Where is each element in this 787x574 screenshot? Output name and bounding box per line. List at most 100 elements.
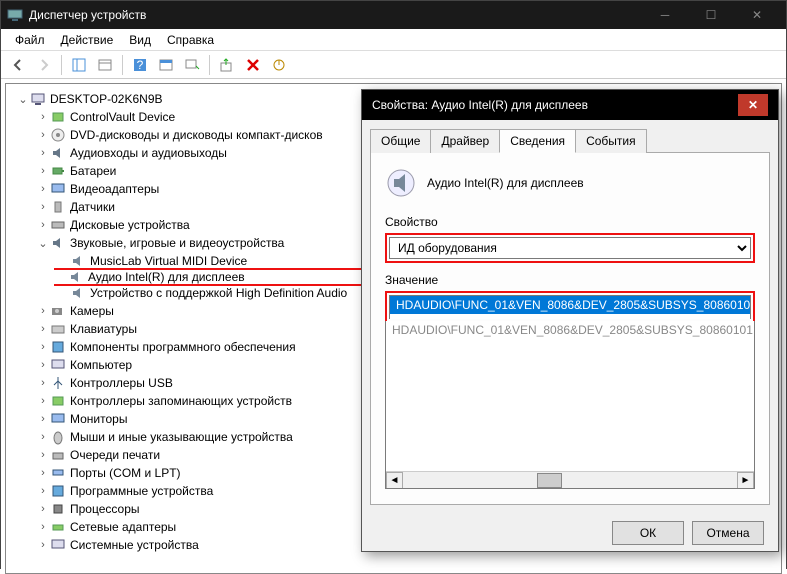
back-icon[interactable]	[7, 54, 29, 76]
expand-icon[interactable]: ›	[36, 395, 50, 407]
value-listbox[interactable]: HDAUDIO\FUNC_01&VEN_8086&DEV_2805&SUBSYS…	[385, 321, 755, 489]
svg-text:?: ?	[137, 58, 144, 72]
content-area: ⌄ DESKTOP-02K6N9B ›ControlVault Device ›…	[1, 83, 786, 574]
menubar: Файл Действие Вид Справка	[1, 29, 786, 51]
expand-icon[interactable]: ›	[36, 413, 50, 425]
tree-label: Батареи	[70, 164, 116, 178]
expand-icon[interactable]: ›	[36, 219, 50, 231]
uninstall-icon[interactable]	[242, 54, 264, 76]
expand-icon[interactable]: ›	[36, 201, 50, 213]
expand-icon[interactable]: ›	[36, 359, 50, 371]
value-label: Значение	[385, 273, 755, 287]
tree-label: Очереди печати	[70, 448, 160, 462]
dialog-close-button[interactable]: ✕	[738, 94, 768, 116]
speaker-icon	[70, 285, 86, 301]
help-icon[interactable]: ?	[129, 54, 151, 76]
monitor-icon	[50, 411, 66, 427]
tree-root-label: DESKTOP-02K6N9B	[50, 92, 163, 106]
expand-icon[interactable]: ›	[36, 431, 50, 443]
speaker-icon	[70, 253, 86, 269]
tree-label: Компоненты программного обеспечения	[70, 340, 296, 354]
storage-ctrl-icon	[50, 393, 66, 409]
value-listbox-top[interactable]: HDAUDIO\FUNC_01&VEN_8086&DEV_2805&SUBSYS…	[389, 295, 751, 319]
menu-file[interactable]: Файл	[7, 31, 53, 49]
dialog-titlebar[interactable]: Свойства: Аудио Intel(R) для дисплеев ✕	[362, 90, 778, 120]
expand-icon[interactable]: ›	[36, 323, 50, 335]
expand-icon[interactable]: ›	[36, 341, 50, 353]
disc-icon	[50, 127, 66, 143]
minimize-button[interactable]: ─	[642, 1, 688, 29]
tab-details[interactable]: Сведения	[499, 129, 576, 153]
tree-label: Устройство с поддержкой High Definition …	[90, 286, 347, 300]
expand-icon[interactable]: ›	[36, 521, 50, 533]
mouse-icon	[50, 429, 66, 445]
tree-label: Мыши и иные указывающие устройства	[70, 430, 293, 444]
close-button[interactable]: ✕	[734, 1, 780, 29]
tab-events[interactable]: События	[575, 129, 647, 153]
property-select[interactable]: ИД оборудования	[389, 237, 751, 259]
horizontal-scrollbar[interactable]: ◄ ►	[386, 471, 754, 488]
toolbar: ?	[1, 51, 786, 79]
expand-icon[interactable]: ›	[36, 503, 50, 515]
expand-icon[interactable]: ›	[36, 377, 50, 389]
menu-help[interactable]: Справка	[159, 31, 222, 49]
expand-icon[interactable]: ›	[36, 129, 50, 141]
menu-action[interactable]: Действие	[53, 31, 122, 49]
expand-icon[interactable]: ›	[36, 467, 50, 479]
show-hide-icon[interactable]	[68, 54, 90, 76]
sensor-icon	[50, 199, 66, 215]
tab-driver[interactable]: Драйвер	[430, 129, 500, 153]
forward-icon[interactable]	[33, 54, 55, 76]
dialog-title: Свойства: Аудио Intel(R) для дисплеев	[372, 98, 738, 112]
tree-label: Компьютер	[70, 358, 132, 372]
window-title: Диспетчер устройств	[29, 8, 642, 22]
tree-label: Аудио Intel(R) для дисплеев	[88, 270, 245, 284]
list-item[interactable]: HDAUDIO\FUNC_01&VEN_8086&DEV_2805&SUBSYS…	[386, 321, 754, 339]
tree-label: Звуковые, игровые и видеоустройства	[70, 236, 284, 250]
list-item[interactable]: HDAUDIO\FUNC_01&VEN_8086&DEV_2805&SUBSYS…	[390, 296, 750, 314]
expand-icon[interactable]: ›	[36, 485, 50, 497]
tree-label: Дисковые устройства	[70, 218, 190, 232]
scan-icon[interactable]	[181, 54, 203, 76]
expand-icon[interactable]: ›	[36, 183, 50, 195]
collapse-icon[interactable]: ⌄	[36, 237, 50, 250]
maximize-button[interactable]: ☐	[688, 1, 734, 29]
system-icon	[50, 537, 66, 553]
properties-icon[interactable]	[155, 54, 177, 76]
scroll-left-icon[interactable]: ◄	[386, 472, 403, 489]
scroll-right-icon[interactable]: ►	[737, 472, 754, 489]
menu-view[interactable]: Вид	[121, 31, 159, 49]
expand-icon[interactable]: ›	[36, 539, 50, 551]
tab-general[interactable]: Общие	[370, 129, 431, 153]
software-device-icon	[50, 483, 66, 499]
speaker-icon	[68, 269, 84, 285]
dialog-buttons: ОК Отмена	[362, 513, 778, 553]
expand-icon[interactable]: ›	[36, 111, 50, 123]
tree-label: Системные устройства	[70, 538, 199, 552]
window-icon[interactable]	[94, 54, 116, 76]
keyboard-icon	[50, 321, 66, 337]
ok-button[interactable]: ОК	[612, 521, 684, 545]
tab-strip: Общие Драйвер Сведения События	[370, 128, 770, 153]
cpu-icon	[50, 501, 66, 517]
device-manager-icon	[7, 7, 23, 23]
expand-icon[interactable]: ›	[36, 449, 50, 461]
expand-icon[interactable]: ›	[36, 305, 50, 317]
cancel-button[interactable]: Отмена	[692, 521, 764, 545]
expand-icon[interactable]: ›	[36, 165, 50, 177]
audio-icon	[50, 145, 66, 161]
drive-icon	[50, 217, 66, 233]
update-driver-icon[interactable]	[216, 54, 238, 76]
collapse-icon[interactable]: ⌄	[16, 93, 30, 106]
usb-icon	[50, 375, 66, 391]
tree-label: DVD-дисководы и дисководы компакт-дисков	[70, 128, 323, 142]
dialog-device-name: Аудио Intel(R) для дисплеев	[427, 176, 584, 190]
computer-icon	[50, 357, 66, 373]
ports-icon	[50, 465, 66, 481]
expand-icon[interactable]: ›	[36, 147, 50, 159]
scroll-thumb[interactable]	[537, 473, 562, 488]
tree-label: Контроллеры запоминающих устройств	[70, 394, 292, 408]
tree-label: Камеры	[70, 304, 114, 318]
tree-label: Клавиатуры	[70, 322, 137, 336]
disable-icon[interactable]	[268, 54, 290, 76]
